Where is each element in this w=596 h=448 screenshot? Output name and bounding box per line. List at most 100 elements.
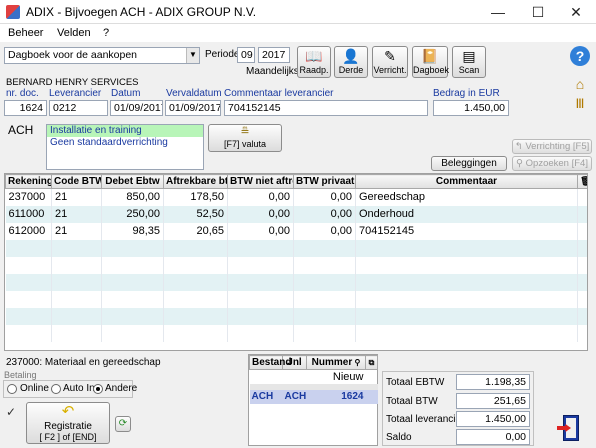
table-cell[interactable] [5, 290, 52, 308]
table-cell[interactable] [227, 239, 294, 257]
table-cell[interactable] [577, 273, 587, 291]
table-cell[interactable]: 611000 [5, 205, 52, 223]
table-cell[interactable] [5, 256, 52, 274]
table-row[interactable] [5, 290, 587, 308]
table-cell[interactable] [163, 256, 228, 274]
periode-field[interactable]: 09 [237, 47, 255, 63]
table-cell[interactable] [227, 256, 294, 274]
table-cell[interactable] [51, 290, 102, 308]
beleggingen-button[interactable]: Beleggingen [431, 156, 507, 171]
table-cell[interactable]: 850,00 [101, 188, 164, 206]
table-cell[interactable]: 0,00 [293, 222, 356, 240]
close-button[interactable]: ✕ [556, 0, 596, 24]
mini-nummer-cell[interactable]: 1624 [307, 390, 366, 404]
table-cell[interactable]: 237000 [5, 188, 52, 206]
table-cell[interactable]: 52,50 [163, 205, 228, 223]
table-cell[interactable] [5, 239, 52, 257]
table-cell[interactable] [355, 290, 578, 308]
table-cell[interactable]: 0,00 [227, 205, 294, 223]
menu-beheer[interactable]: Beheer [8, 27, 43, 39]
table-cell[interactable] [163, 239, 228, 257]
table-cell[interactable]: 250,00 [101, 205, 164, 223]
table-row[interactable] [5, 307, 587, 325]
refresh-icon[interactable]: ⟳ [115, 416, 131, 432]
menu-velden[interactable]: Velden [57, 27, 91, 39]
operation-list[interactable]: Installatie en training Geen standaardve… [46, 124, 204, 170]
table-cell[interactable] [293, 324, 356, 342]
minimize-button[interactable]: — [478, 0, 518, 24]
help-icon[interactable]: ? [570, 46, 590, 66]
operation-item[interactable]: Geen standaardverrichting [47, 137, 203, 149]
table-cell[interactable]: 0,00 [227, 222, 294, 240]
radio-auto[interactable] [51, 384, 61, 394]
table-cell[interactable]: 704152145 [355, 222, 578, 240]
table-cell[interactable] [293, 256, 356, 274]
table-cell[interactable]: 612000 [5, 222, 52, 240]
table-cell[interactable]: 178,50 [163, 188, 228, 206]
table-cell[interactable] [577, 324, 587, 342]
table-cell[interactable] [5, 307, 52, 325]
year-field[interactable]: 2017 [258, 47, 290, 63]
table-cell[interactable]: 98,35 [101, 222, 164, 240]
table-cell[interactable]: 21 [51, 205, 102, 223]
table-cell[interactable] [577, 290, 587, 308]
table-cell[interactable] [577, 188, 587, 206]
table-cell[interactable] [293, 290, 356, 308]
table-cell[interactable] [355, 324, 578, 342]
table-row[interactable]: 237000 21 850,00 178,50 0,00 0,00 Gereedschap [5, 188, 587, 206]
chevron-down-icon[interactable]: ▼ [186, 48, 199, 63]
table-cell[interactable] [101, 324, 164, 342]
table-cell[interactable] [577, 307, 587, 325]
verricht-button[interactable]: ✎ Verricht. [372, 46, 408, 78]
table-cell[interactable] [355, 239, 578, 257]
table-cell[interactable] [227, 273, 294, 291]
table-cell[interactable] [51, 324, 102, 342]
table-cell[interactable] [355, 307, 578, 325]
radio-andere[interactable] [93, 384, 103, 394]
table-cell[interactable]: Gereedschap [355, 188, 578, 206]
table-cell[interactable] [101, 290, 164, 308]
col-bestand[interactable]: Bestand [249, 355, 291, 370]
menu-help[interactable]: ? [103, 27, 109, 39]
registratie-button[interactable]: ↶ Registratie [ F2 ] of [END] [26, 402, 110, 444]
table-cell[interactable] [577, 222, 587, 240]
table-cell[interactable] [293, 307, 356, 325]
opzoeken-button[interactable]: ⚲ Opzoeken [F4] [512, 156, 592, 171]
col-aftrekbare[interactable]: Aftrekbare btw [163, 174, 228, 189]
table-row[interactable]: 612000 21 98,35 20,65 0,00 0,00 704152145 [5, 222, 587, 240]
scan-button[interactable]: ▤ Scan [452, 46, 486, 78]
table-cell[interactable] [293, 239, 356, 257]
table-cell[interactable] [101, 256, 164, 274]
table-cell[interactable] [227, 324, 294, 342]
table-row[interactable] [5, 324, 587, 342]
leverancier-field[interactable]: 0212 [49, 100, 108, 116]
table-cell[interactable] [101, 307, 164, 325]
operation-item-selected[interactable]: Installatie en training [47, 125, 203, 137]
copy-icon[interactable]: ⧉ [365, 355, 378, 370]
table-cell[interactable]: 21 [51, 222, 102, 240]
table-cell[interactable] [5, 324, 52, 342]
table-cell[interactable] [577, 256, 587, 274]
table-cell[interactable] [51, 273, 102, 291]
table-cell[interactable] [163, 290, 228, 308]
table-cell[interactable] [51, 307, 102, 325]
commentaar-field[interactable]: 704152145 [224, 100, 428, 116]
table-cell[interactable]: 0,00 [293, 188, 356, 206]
table-cell[interactable] [355, 256, 578, 274]
derde-button[interactable]: 👤 Derde [334, 46, 368, 78]
raadp-button[interactable]: 📖 Raadp. [297, 46, 331, 78]
table-cell[interactable] [163, 307, 228, 325]
building-icon[interactable]: ⌂ [572, 76, 588, 92]
mini-jnl-cell[interactable]: ACH [283, 390, 307, 404]
datum-field[interactable]: 01/09/2017 [110, 100, 163, 116]
table-cell[interactable] [163, 273, 228, 291]
table-cell[interactable] [577, 205, 587, 223]
entry-grid[interactable]: Rekening Code BTW Debet Ebtw Aftrekbare … [4, 173, 588, 351]
maximize-button[interactable]: ☐ [518, 0, 558, 24]
table-cell[interactable] [227, 307, 294, 325]
verrichting-button[interactable]: ↰ Verrichting [F5] [512, 139, 592, 154]
table-cell[interactable]: 21 [51, 188, 102, 206]
bedrag-field[interactable]: 1.450,00 [433, 100, 509, 116]
table-cell[interactable] [293, 273, 356, 291]
nieuw-row[interactable]: Nieuw [250, 370, 366, 384]
